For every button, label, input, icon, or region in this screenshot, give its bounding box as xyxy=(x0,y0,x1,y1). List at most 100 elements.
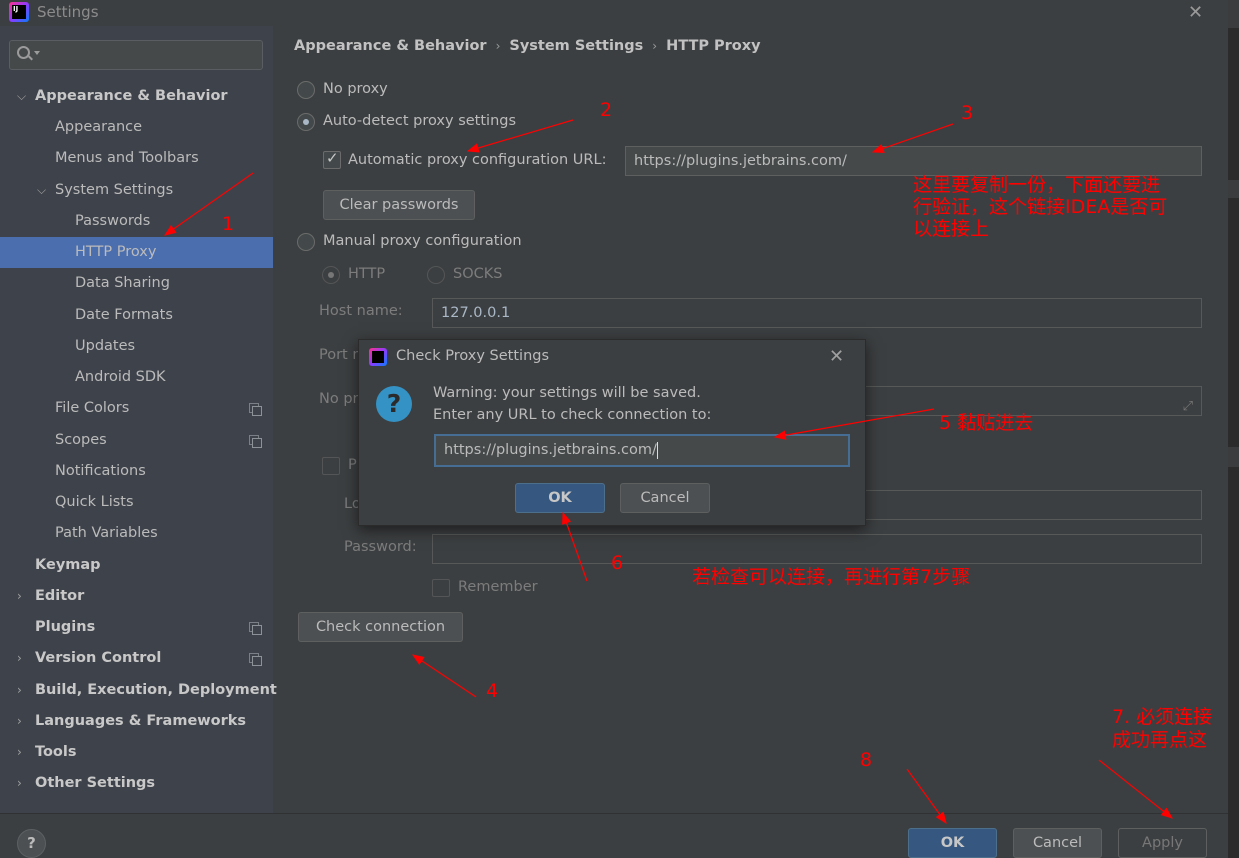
sidebar-item-http-proxy[interactable]: HTTP Proxy xyxy=(0,237,273,268)
sidebar-item-android-sdk[interactable]: Android SDK xyxy=(0,362,273,393)
remember-checkbox[interactable] xyxy=(432,579,450,597)
sidebar-item-menus-toolbars[interactable]: Menus and Toolbars xyxy=(0,143,273,174)
project-level-icon xyxy=(249,435,262,448)
breadcrumb: Appearance & Behavior › System Settings › HT… xyxy=(294,38,761,54)
breadcrumb-item[interactable]: System Settings xyxy=(509,38,643,54)
manual-proxy-radio[interactable] xyxy=(297,233,315,251)
socks-radio[interactable] xyxy=(427,266,445,284)
window-title: Settings xyxy=(37,3,99,21)
search-options-dropdown-icon[interactable] xyxy=(34,51,40,55)
password-input[interactable] xyxy=(432,534,1202,564)
auto-config-url-checkbox[interactable] xyxy=(323,149,341,169)
http-label: HTTP xyxy=(348,266,386,282)
search-icon xyxy=(17,46,30,59)
project-level-icon xyxy=(249,622,262,635)
dialog-cancel-button[interactable]: Cancel xyxy=(620,483,710,513)
sidebar-item-path-variables[interactable]: Path Variables xyxy=(0,518,273,549)
ok-button[interactable]: OK xyxy=(908,828,997,858)
breadcrumb-item[interactable]: Appearance & Behavior xyxy=(294,38,487,54)
window-close-icon[interactable]: ✕ xyxy=(1188,2,1203,23)
chevron-right-icon[interactable]: › xyxy=(17,706,22,737)
clear-passwords-button[interactable]: Clear passwords xyxy=(323,190,475,220)
chevron-right-icon[interactable]: › xyxy=(17,581,22,612)
title-bar: IJ Settings ✕ xyxy=(0,0,1228,26)
project-level-icon xyxy=(249,403,262,416)
proxy-authentication-label: P xyxy=(348,457,357,473)
expand-icon[interactable]: ⤢ xyxy=(1183,393,1193,421)
annotation-note-7-line2: 成功再点这 xyxy=(1112,729,1208,751)
port-number-label: Port n xyxy=(319,347,362,363)
sidebar-item-build-execution-deployment[interactable]: › Build, Execution, Deployment xyxy=(0,675,277,706)
intellij-logo-icon: IJ xyxy=(9,2,29,22)
http-radio[interactable] xyxy=(322,266,340,284)
host-name-label: Host name: xyxy=(319,303,403,319)
sidebar-item-file-colors[interactable]: File Colors xyxy=(0,393,273,424)
sidebar-item-keymap[interactable]: Keymap xyxy=(0,550,273,581)
chevron-right-icon[interactable]: › xyxy=(17,737,22,768)
check-url-input[interactable]: https://plugins.jetbrains.com/ xyxy=(434,434,850,467)
breadcrumb-separator-icon: › xyxy=(495,39,501,53)
no-proxy-radio[interactable] xyxy=(297,81,315,99)
annotation-step-4: 4 xyxy=(486,680,499,702)
annotation-note-7-line1: 7. 必须连接 xyxy=(1112,706,1213,728)
check-proxy-settings-dialog: Check Proxy Settings ✕ ? Warning: your s… xyxy=(358,339,866,526)
chevron-down-icon[interactable]: ⌵ xyxy=(37,175,46,206)
dialog-title: Check Proxy Settings xyxy=(396,348,550,364)
sidebar-item-other-settings[interactable]: › Other Settings xyxy=(0,768,273,799)
annotation-step-3: 3 xyxy=(961,102,974,124)
sidebar-item-date-formats[interactable]: Date Formats xyxy=(0,300,273,331)
dialog-ok-button[interactable]: OK xyxy=(515,483,605,513)
socks-label: SOCKS xyxy=(453,266,503,282)
remember-label: Remember xyxy=(458,579,538,595)
sidebar-item-data-sharing[interactable]: Data Sharing xyxy=(0,268,273,299)
sidebar-item-notifications[interactable]: Notifications xyxy=(0,456,273,487)
breadcrumb-separator-icon: › xyxy=(652,39,658,53)
chevron-right-icon[interactable]: › xyxy=(17,768,22,799)
cancel-button[interactable]: Cancel xyxy=(1013,828,1102,858)
annotation-note-3-line3: 以连接上 xyxy=(913,218,990,240)
password-label: Password: xyxy=(344,539,417,555)
sidebar-item-scopes[interactable]: Scopes xyxy=(0,425,273,456)
sidebar-item-plugins[interactable]: Plugins xyxy=(0,612,273,643)
annotation-note-6: 若检查可以连接，再进行第7步骤 xyxy=(692,566,971,588)
sidebar-item-appearance-behavior[interactable]: ⌵ Appearance & Behavior xyxy=(0,81,273,112)
sidebar-item-updates[interactable]: Updates xyxy=(0,331,273,362)
no-proxy-label: No proxy xyxy=(323,81,388,97)
sidebar-item-quick-lists[interactable]: Quick Lists xyxy=(0,487,273,518)
annotation-step-8: 8 xyxy=(860,749,873,771)
sidebar-item-passwords[interactable]: Passwords xyxy=(0,206,273,237)
breadcrumb-item-current: HTTP Proxy xyxy=(666,38,761,54)
sidebar-item-languages-frameworks[interactable]: › Languages & Frameworks xyxy=(0,706,273,737)
sidebar-item-editor[interactable]: › Editor xyxy=(0,581,273,612)
help-button[interactable]: ? xyxy=(17,829,46,858)
sidebar-item-version-control[interactable]: › Version Control xyxy=(0,643,273,674)
check-connection-button[interactable]: Check connection xyxy=(298,612,463,642)
host-name-input[interactable]: 127.0.0.1 xyxy=(432,298,1202,328)
sidebar-item-appearance[interactable]: Appearance xyxy=(0,112,273,143)
annotation-note-3-line1: 这里要复制一份，下面还要进 xyxy=(913,174,1161,196)
proxy-authentication-checkbox[interactable] xyxy=(322,457,340,475)
text-caret xyxy=(656,441,658,459)
arrow-8 xyxy=(906,768,947,824)
auto-config-url-input[interactable]: https://plugins.jetbrains.com/ xyxy=(625,146,1202,176)
sidebar-item-system-settings[interactable]: ⌵ System Settings xyxy=(0,175,273,206)
dialog-close-icon[interactable]: ✕ xyxy=(829,346,844,367)
chevron-down-icon[interactable]: ⌵ xyxy=(17,81,26,112)
project-level-icon xyxy=(249,653,262,666)
sidebar-item-tools[interactable]: › Tools xyxy=(0,737,273,768)
apply-button[interactable]: Apply xyxy=(1118,828,1207,858)
chevron-right-icon[interactable]: › xyxy=(17,643,22,674)
question-icon: ? xyxy=(376,386,412,422)
arrow-7 xyxy=(1098,759,1173,819)
intellij-logo-icon xyxy=(369,348,387,366)
annotation-note-3-line2: 行验证，这个链接IDEA是否可 xyxy=(913,196,1168,218)
settings-search-input[interactable] xyxy=(9,40,263,70)
manual-proxy-label: Manual proxy configuration xyxy=(323,233,522,249)
auto-detect-radio[interactable] xyxy=(297,113,315,131)
dialog-prompt-text: Enter any URL to check connection to: xyxy=(433,407,712,423)
auto-detect-label: Auto-detect proxy settings xyxy=(323,113,517,129)
settings-sidebar: ⌵ Appearance & Behavior Appearance Menus… xyxy=(0,26,277,813)
annotation-step-2: 2 xyxy=(600,99,613,121)
chevron-right-icon[interactable]: › xyxy=(17,675,22,706)
footer-divider xyxy=(0,813,1228,814)
